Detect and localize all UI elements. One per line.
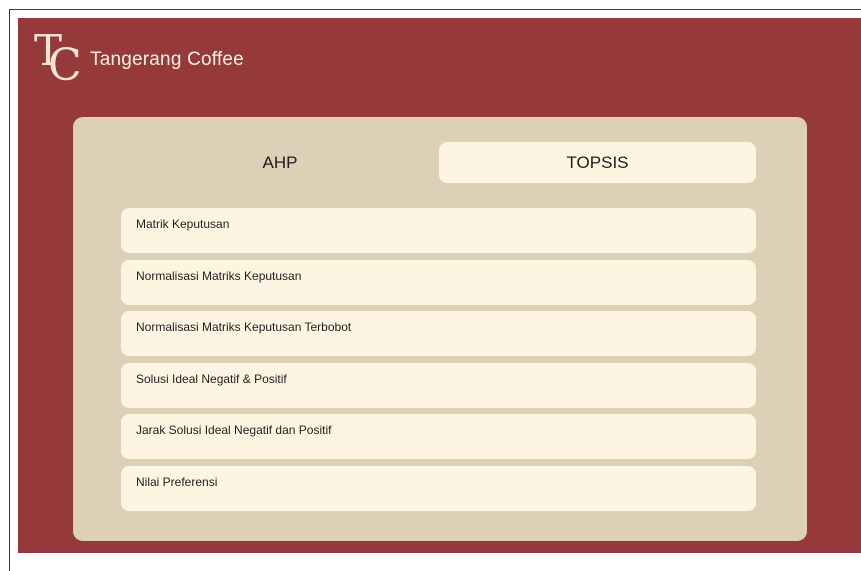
menu-item-normalisasi-terbobot[interactable]: Normalisasi Matriks Keputusan Terbobot [121, 311, 756, 356]
menu-item-label: Normalisasi Matriks Keputusan [136, 268, 302, 283]
menu-item-label: Normalisasi Matriks Keputusan Terbobot [136, 320, 352, 334]
menu-item-solusi-ideal[interactable]: Solusi Ideal Negatif & Positif [121, 362, 756, 408]
method-tabs: AHP TOPSIS [121, 142, 757, 183]
tangerang-coffee-logo-icon: T C [32, 30, 82, 88]
menu-item-label: Matrik Keputusan [136, 217, 230, 231]
menu-item-label: Jarak Solusi Ideal Negatif dan Positif [136, 423, 332, 437]
menu-item-jarak-solusi-ideal[interactable]: Jarak Solusi Ideal Negatif dan Positif [121, 414, 756, 459]
menu-item-matrik-keputusan[interactable]: Matrik Keputusan [121, 208, 756, 253]
method-panel: AHP TOPSIS Matrik Keputusan Normalisasi … [73, 117, 807, 541]
logo-letter-c: C [48, 40, 82, 91]
menu-item-label: Nilai Preferensi [136, 474, 218, 489]
brand-name: Tangerang Coffee [90, 49, 244, 70]
menu-item-label: Solusi Ideal Negatif & Positif [136, 371, 287, 386]
tab-ahp[interactable]: AHP [121, 142, 439, 183]
topsis-step-list: Matrik Keputusan Normalisasi Matriks Kep… [121, 208, 757, 517]
tab-topsis[interactable]: TOPSIS [439, 142, 756, 183]
brand[interactable]: T C Tangerang Coffee [32, 30, 244, 88]
menu-item-nilai-preferensi[interactable]: Nilai Preferensi [121, 465, 756, 511]
menu-item-normalisasi-matriks[interactable]: Normalisasi Matriks Keputusan [121, 259, 756, 305]
